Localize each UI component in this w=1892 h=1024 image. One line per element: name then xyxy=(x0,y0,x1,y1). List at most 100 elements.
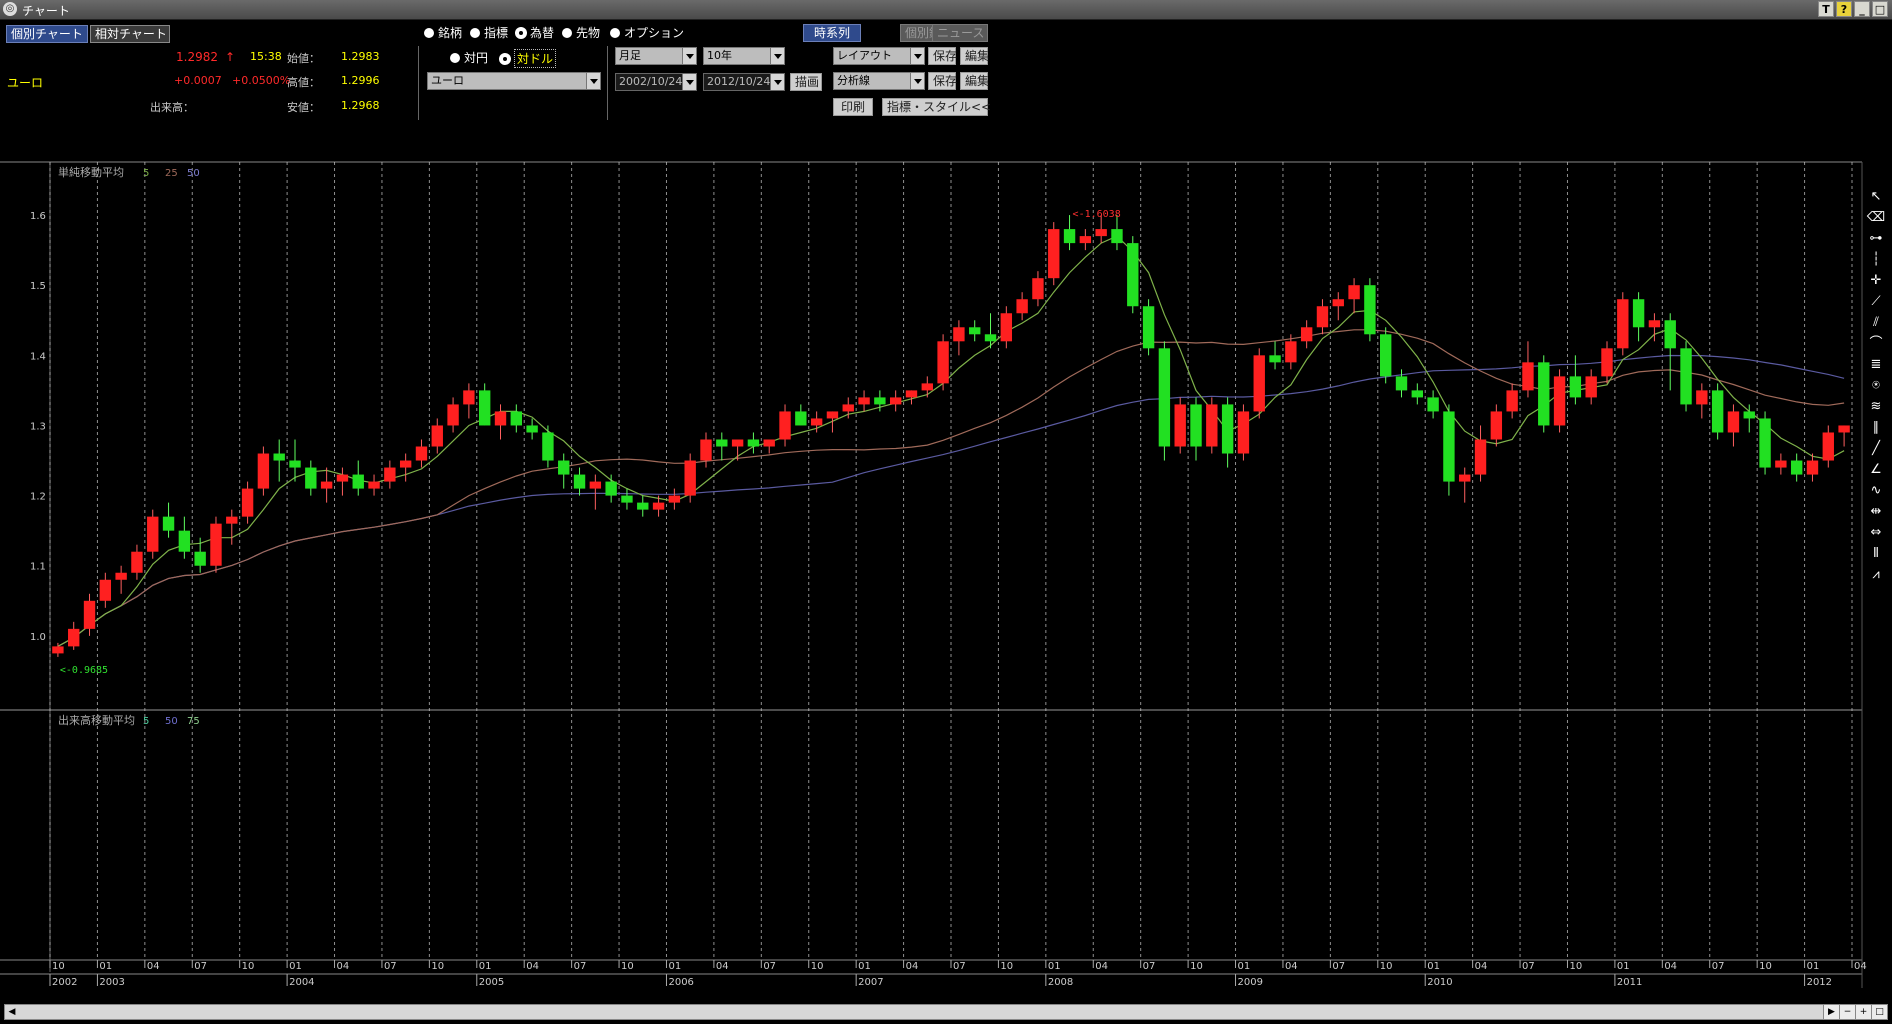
x-year-label: 2012 xyxy=(1807,977,1832,988)
y-tick-label: 1.4 xyxy=(30,351,46,362)
price-chart[interactable]: 10 01 04 07 10 01 04 07 10 01 04 07 10 01 04 07 10 01 04 07… xyxy=(0,160,1892,1012)
fan-icon[interactable]: ⫽ xyxy=(1864,312,1888,333)
fib-icon[interactable]: ≣ xyxy=(1864,354,1888,375)
x-tick-label: 07 xyxy=(384,961,397,972)
radio-vs-dollar[interactable]: 対ドル xyxy=(500,49,557,68)
y-tick-label: 1.5 xyxy=(30,281,46,292)
candle-body xyxy=(668,495,681,503)
candle-body xyxy=(826,411,839,419)
candle-body xyxy=(431,425,443,447)
news-button[interactable]: ニュース xyxy=(932,24,988,42)
tab-individual-chart[interactable]: 個別チャート xyxy=(6,25,88,43)
layout-select[interactable]: レイアウト xyxy=(833,47,925,65)
indicator-style-button[interactable]: 指標・スタイル<< xyxy=(882,98,991,116)
pointer-icon[interactable]: ↖ xyxy=(1864,186,1888,207)
zigzag-icon[interactable]: ⩘ xyxy=(1864,564,1888,585)
candle-body xyxy=(1364,285,1376,335)
candle-body xyxy=(99,579,112,601)
bell-icon[interactable]: ⍟ xyxy=(1864,375,1888,396)
scroll-left-icon[interactable]: ◀ xyxy=(5,1005,19,1019)
chevron-down-icon xyxy=(682,48,696,64)
candle-body xyxy=(1506,390,1518,412)
cross-icon[interactable]: ✛ xyxy=(1864,270,1888,291)
candle-body xyxy=(1316,306,1329,328)
candle-body xyxy=(1664,320,1676,349)
x-tick-label: 01 xyxy=(1048,961,1061,972)
line-icon[interactable]: ╱ xyxy=(1864,438,1888,459)
analysis-save-button[interactable]: 保存 xyxy=(928,72,957,90)
chart-grid xyxy=(0,161,1863,988)
candle-body xyxy=(1806,460,1819,475)
wave-icon[interactable]: ∿ xyxy=(1864,480,1888,501)
candle-body xyxy=(1348,285,1360,300)
topmost-button[interactable]: T xyxy=(1818,1,1834,17)
candle-body xyxy=(621,495,633,503)
draw-button[interactable]: 描画 xyxy=(790,73,822,91)
radio-vs-yen[interactable]: 対円 xyxy=(450,49,488,66)
bar-period-select[interactable]: 月足 xyxy=(615,47,697,65)
candle-body xyxy=(83,600,96,629)
x-tick-label: 07 xyxy=(1522,961,1535,972)
bars-icon[interactable]: ⫴ xyxy=(1864,543,1888,564)
candle-body xyxy=(716,439,728,447)
zoom-in-icon[interactable]: + xyxy=(1855,1005,1871,1019)
range2-icon[interactable]: ⇔ xyxy=(1864,522,1888,543)
candle-body xyxy=(1427,397,1439,412)
channel-icon[interactable]: ≋ xyxy=(1864,396,1888,417)
x-tick-label: 01 xyxy=(1238,961,1251,972)
candle-body xyxy=(178,530,191,552)
hline-icon[interactable]: ⊶ xyxy=(1864,228,1888,249)
arc-icon[interactable]: ⌒ xyxy=(1864,333,1888,354)
y-tick-label: 1.6 xyxy=(30,211,46,222)
x-tick-label: 07 xyxy=(1332,961,1345,972)
trendline-icon[interactable]: ⟋ xyxy=(1864,291,1888,312)
candle-body xyxy=(731,439,744,447)
gann-icon[interactable]: ∠ xyxy=(1864,459,1888,480)
analysis-select[interactable]: 分析線 xyxy=(833,72,925,90)
x-tick-label: 04 xyxy=(1475,961,1488,972)
tab-relative-chart[interactable]: 相対チャート xyxy=(90,25,170,43)
eraser-icon[interactable]: ⌫ xyxy=(1864,207,1888,228)
y-tick-label: 1.3 xyxy=(30,421,46,432)
x-tick-label: 04 xyxy=(337,961,350,972)
x-year-label: 2009 xyxy=(1238,977,1263,988)
radio-stock[interactable]: 銘柄 xyxy=(424,24,462,41)
scroll-right-icon[interactable]: ▶ xyxy=(1823,1005,1839,1019)
candle-body xyxy=(905,390,918,398)
vline-icon[interactable]: ┆ xyxy=(1864,249,1888,270)
timeseries-button[interactable]: 時系列 xyxy=(803,24,861,42)
range-icon[interactable]: ⇹ xyxy=(1864,501,1888,522)
maximize-button[interactable]: □ xyxy=(1872,1,1888,17)
radio-futures[interactable]: 先物 xyxy=(562,24,600,41)
candle-body xyxy=(637,502,649,510)
candle-body xyxy=(1285,341,1297,363)
parallel-icon[interactable]: ∥ xyxy=(1864,417,1888,438)
radio-options[interactable]: オプション xyxy=(610,24,684,41)
x-tick-label: 01 xyxy=(289,961,302,972)
horizontal-scrollbar[interactable]: ◀ ▶ − + □ xyxy=(4,1004,1888,1020)
layout-save-button[interactable]: 保存 xyxy=(928,47,957,65)
ma-legend-period: 25 xyxy=(165,168,178,179)
analysis-edit-button[interactable]: 編集 xyxy=(960,72,989,90)
x-tick-label: 01 xyxy=(858,961,871,972)
chevron-down-icon xyxy=(682,74,696,90)
candle-body xyxy=(1459,474,1471,482)
zoom-out-icon[interactable]: − xyxy=(1839,1005,1855,1019)
radio-index[interactable]: 指標 xyxy=(470,24,508,41)
radio-forex[interactable]: 為替 xyxy=(516,24,554,41)
span-select[interactable]: 10年 xyxy=(703,47,785,65)
x-year-label: 2008 xyxy=(1048,977,1073,988)
x-tick-label: 10 xyxy=(1569,961,1582,972)
candle-body xyxy=(1411,390,1423,398)
print-button[interactable]: 印刷 xyxy=(833,98,873,116)
help-button[interactable]: ? xyxy=(1836,1,1852,17)
x-tick-label: 10 xyxy=(1759,961,1772,972)
minimize-button[interactable]: _ xyxy=(1854,1,1870,17)
date-from-input[interactable]: 2002/10/24 xyxy=(615,73,697,91)
candle-body xyxy=(763,439,775,447)
date-to-input[interactable]: 2012/10/24 xyxy=(703,73,785,91)
fit-icon[interactable]: □ xyxy=(1871,1005,1887,1019)
layout-edit-button[interactable]: 編集 xyxy=(960,47,989,65)
candle-body xyxy=(210,523,222,566)
currency-pair-select[interactable]: ユーロ xyxy=(427,72,601,90)
